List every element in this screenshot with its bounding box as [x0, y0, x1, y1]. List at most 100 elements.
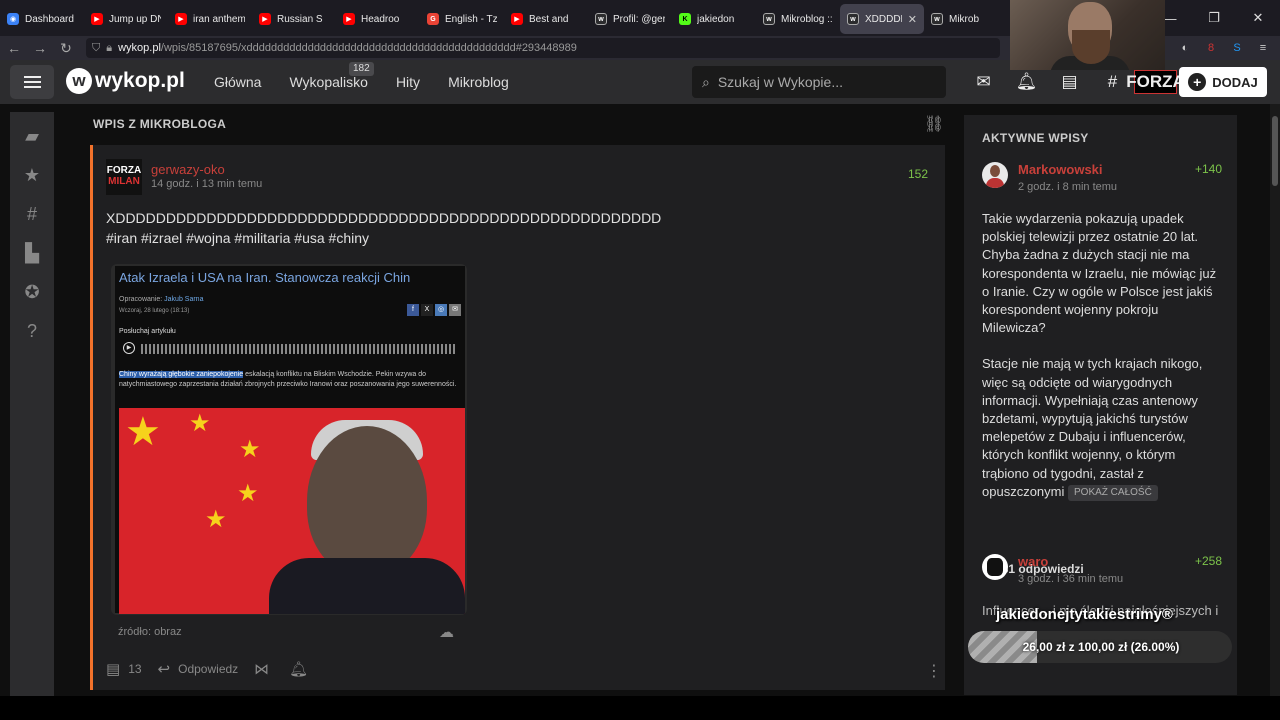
donation-progress-text: 26,00 zł z 100,00 zł (26.00%): [1022, 640, 1180, 654]
entry-time: 2 godz. i 8 min temu: [1018, 181, 1118, 193]
youtube-icon: ▶: [175, 13, 187, 25]
menu-icon[interactable]: ≡: [1252, 38, 1274, 58]
url-bar[interactable]: ⛉ 🔒︎ wykop.pl/wpis/85187695/xddddddddddd…: [86, 38, 1000, 58]
browser-tab[interactable]: ▶ Best and: [504, 4, 588, 34]
restore-icon[interactable]: ❐: [1192, 0, 1236, 36]
comments-icon[interactable]: ▤: [106, 660, 120, 678]
browser-tab[interactable]: ◉ Dashboard -: [0, 4, 84, 34]
entry-votes[interactable]: +140: [1195, 162, 1222, 176]
notify-bell-icon[interactable]: 🔔︎: [289, 660, 308, 678]
browser-tab[interactable]: w Mikroblog :: W: [756, 4, 840, 34]
entry-avatar[interactable]: [982, 162, 1008, 188]
mail-icon[interactable]: ✉: [962, 72, 1005, 92]
url-path: /wpis/85187695/xdddddddddddddddddddddddd…: [160, 42, 577, 54]
ublock-icon[interactable]: 8: [1200, 38, 1222, 58]
donation-title: jakiedonejtytakiestrimy®: [996, 606, 1173, 623]
panel-title: AKTYWNE WPISY: [982, 131, 1089, 145]
browser-tab-title: XDDDDDD: [865, 13, 902, 25]
forward-icon[interactable]: →: [28, 37, 52, 59]
embedded-image[interactable]: Atak Izraela i USA na Iran. Stanowcza re…: [111, 264, 467, 615]
image-source[interactable]: źródło: obraz: [118, 626, 182, 638]
entry-avatar[interactable]: [982, 554, 1008, 580]
youtube-icon: ▶: [91, 13, 103, 25]
reload-icon[interactable]: ↻: [54, 37, 78, 59]
bottom-bar: [0, 696, 1280, 720]
reply-button[interactable]: Odpowiedz: [178, 662, 238, 676]
browser-tab[interactable]: ▶ iran anthem: [168, 4, 252, 34]
reply-icon[interactable]: ↩: [158, 660, 171, 678]
donation-progress-bar: 26,00 zł z 100,00 zł (26.00%): [968, 631, 1232, 663]
entry-votes[interactable]: +258: [1195, 554, 1222, 568]
browser-tab[interactable]: ▶ Headroo: [336, 4, 420, 34]
hashtag-icon[interactable]: #: [10, 195, 54, 234]
waveform: [141, 344, 457, 354]
show-more-button[interactable]: POKAŻ CAŁOŚĆ: [1068, 484, 1158, 501]
back-icon[interactable]: ←: [2, 37, 26, 59]
chat-icon[interactable]: ▤: [1048, 72, 1091, 92]
kick-icon: K: [679, 13, 691, 25]
wykop-logo[interactable]: w wykop.pl: [66, 68, 185, 94]
bell-icon[interactable]: 🔔︎: [1005, 72, 1048, 92]
badge-icon[interactable]: ✪: [10, 273, 54, 312]
more-options-icon[interactable]: ⋮: [926, 661, 942, 681]
avatar-text: FORZA: [1126, 72, 1185, 91]
entry-username[interactable]: Markowowski: [1018, 162, 1103, 177]
add-button[interactable]: + DODAJ: [1179, 67, 1267, 97]
mask-icon[interactable]: ◐: [1174, 38, 1196, 58]
search-input[interactable]: ⌕ Szukaj w Wykopie...: [692, 66, 946, 98]
audio-player: Posłuchaj artykułu ▶: [119, 328, 461, 358]
browser-tab[interactable]: w XDDDDDD ✕: [840, 4, 924, 34]
cloud-download-icon[interactable]: ☁: [439, 623, 454, 641]
browser-tab[interactable]: G English - Tzo: [420, 4, 504, 34]
nav-hity[interactable]: Hity: [396, 60, 420, 104]
nav-glowna[interactable]: Główna: [214, 60, 261, 104]
audio-label: Posłuchaj artykułu: [119, 328, 176, 335]
active-entry: Markowowski 2 godz. i 8 min temu +140 Ta…: [982, 162, 1222, 582]
browser-tab-title: iran anthem: [193, 13, 245, 25]
wykop-icon: w: [763, 13, 775, 25]
wykop-feed-icon[interactable]: ▰: [10, 117, 54, 156]
section-title: WPIS Z MIKROBLOGA: [93, 117, 227, 131]
nav-mikroblog[interactable]: Mikroblog: [448, 60, 509, 104]
star-icon[interactable]: ★: [10, 156, 54, 195]
user-avatar[interactable]: FORZA: [1126, 70, 1185, 94]
post-username[interactable]: gerwazy-oko: [151, 162, 225, 177]
wykop-icon: w: [595, 13, 607, 25]
youtube-icon: ▶: [343, 13, 355, 25]
browser-tab[interactable]: Kjakiedon: [672, 4, 756, 34]
stylus-icon[interactable]: S: [1226, 38, 1248, 58]
hamburger-menu-button[interactable]: [10, 65, 54, 99]
avatar-line2: MILAN: [108, 176, 140, 187]
post-tags[interactable]: #iran #izrael #wojna #militaria #usa #ch…: [106, 228, 661, 248]
browser-tab-title: Dashboard -: [25, 13, 77, 25]
browser-tab-title: Mikrob: [949, 13, 980, 25]
browser-tab[interactable]: w Profil: @gerw: [588, 4, 672, 34]
entry-paragraph-1: Takie wydarzenia pokazują upadek polskie…: [982, 211, 1217, 336]
post-time: 14 godz. i 13 min temu: [151, 178, 263, 190]
browser-tab-title: Headroo: [361, 13, 400, 25]
comments-count[interactable]: 13: [128, 662, 141, 676]
entry-username[interactable]: waro: [1018, 554, 1048, 569]
share-icons: f X ◎ ✉: [407, 304, 461, 316]
link-icon[interactable]: ⛓: [924, 114, 944, 134]
flag-star-icon: ★: [239, 436, 261, 463]
close-window-icon[interactable]: ✕: [1236, 0, 1280, 36]
browser-tab[interactable]: w Mikrob: [924, 4, 1008, 34]
post-avatar[interactable]: FORZA MILAN: [106, 159, 142, 195]
donation-goal-overlay: jakiedonejtytakiestrimy® 26,00 zł z 100,…: [966, 600, 1232, 680]
help-icon[interactable]: ?: [10, 312, 54, 351]
wykop-logo-icon: w: [66, 68, 92, 94]
ranking-icon[interactable]: ▙: [10, 234, 54, 273]
close-tab-icon[interactable]: ✕: [908, 13, 917, 26]
share-icon[interactable]: ⋈: [254, 660, 269, 678]
browser-tab[interactable]: ▶ Russian S: [252, 4, 336, 34]
browser-tab-title: Jump up DN: [109, 13, 161, 25]
entry-time: 3 godz. i 36 min temu: [1018, 573, 1124, 585]
browser-tab[interactable]: ▶ Jump up DN: [84, 4, 168, 34]
article-lead: Chiny wyrażają głębokie zaniepokojenie e…: [119, 370, 465, 390]
browser-tab-title: Best and: [529, 13, 569, 25]
dashboard-icon: ◉: [7, 13, 19, 25]
post-votes[interactable]: 152: [908, 167, 928, 181]
logo-text: wykop.pl: [95, 69, 185, 92]
page-scrollbar[interactable]: [1270, 104, 1280, 696]
